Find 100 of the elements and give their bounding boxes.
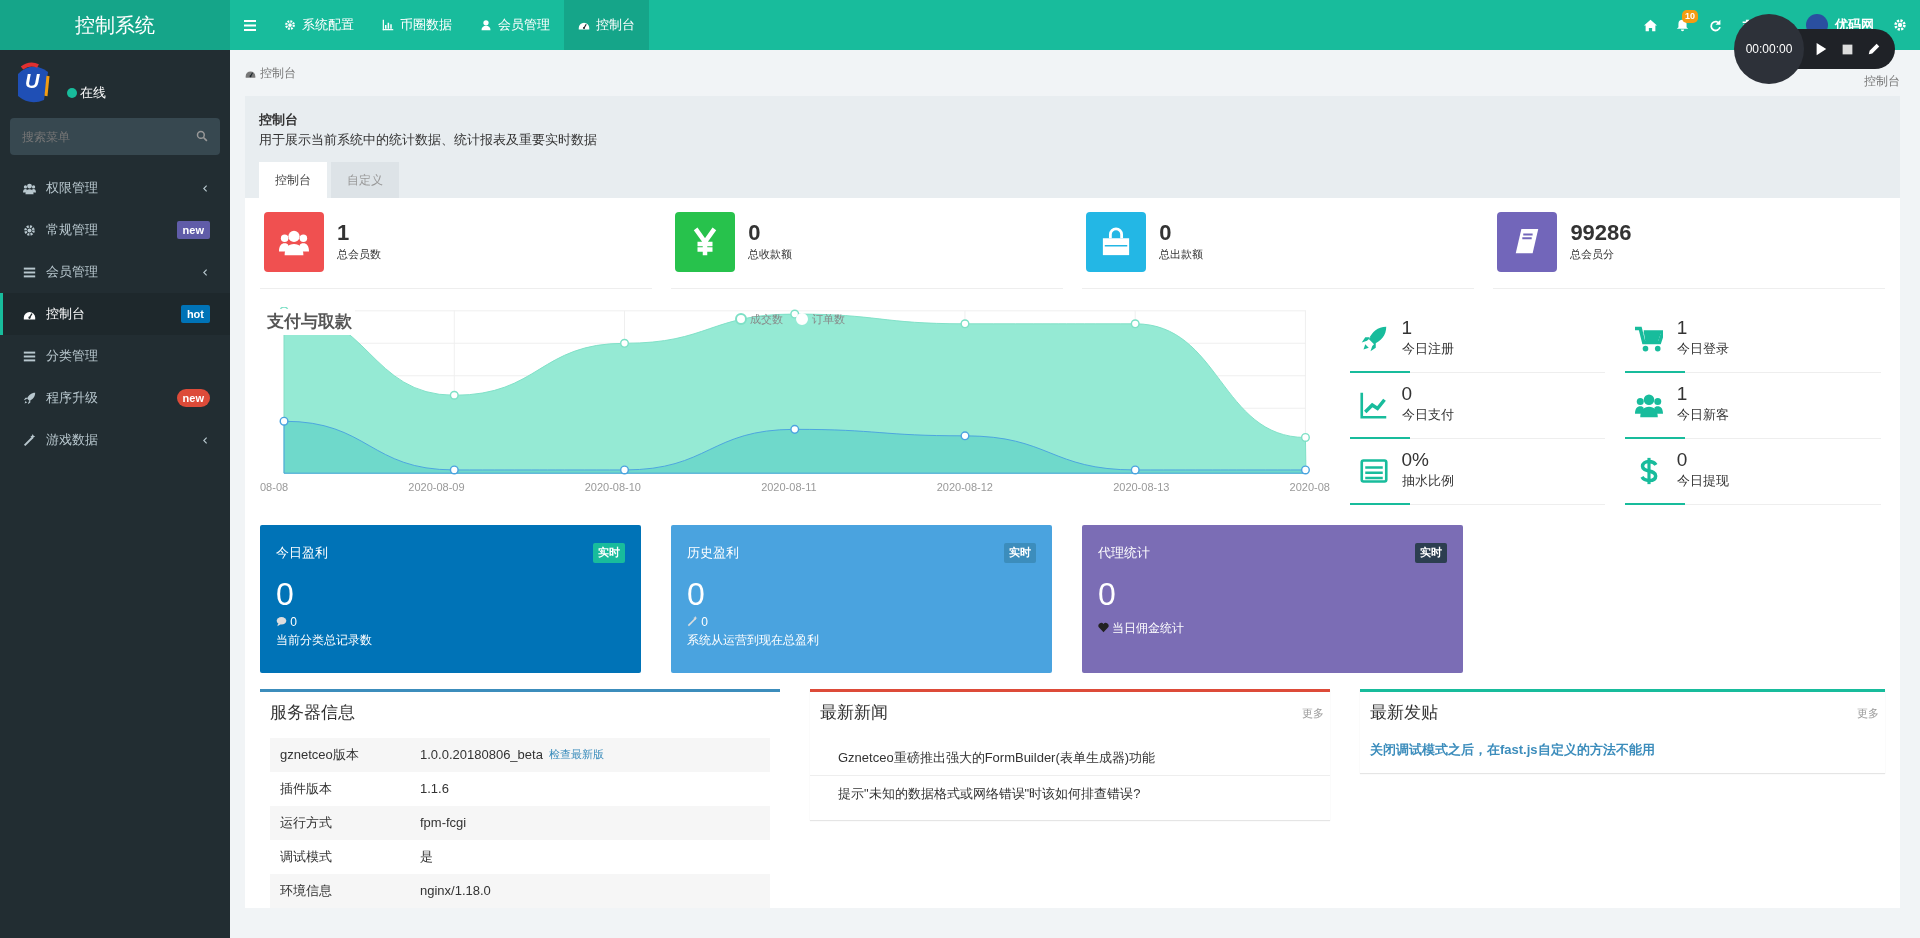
tab[interactable]: 控制台 [259, 162, 327, 198]
legend-label: 成交数 [750, 312, 784, 327]
axis-label: 08-08 [260, 480, 289, 495]
user-icon [480, 19, 492, 31]
page-description: 用于展示当前系统中的统计数据、统计报表及重要实时数据 [259, 130, 598, 149]
stat-label: 今日注册 [1401, 340, 1454, 359]
notification-badge: 10 [1682, 9, 1698, 23]
data-point [790, 309, 800, 319]
users-icon [23, 181, 36, 195]
bell-icon[interactable] [1676, 18, 1689, 32]
stop-icon[interactable] [1841, 42, 1854, 56]
status-dot [67, 88, 77, 98]
sidebar-item[interactable]: 程序升级 new [0, 377, 230, 419]
stat-label: 总收款额 [748, 246, 793, 262]
rocket-icon [23, 391, 36, 405]
panel-heading: 最新新闻 [819, 702, 889, 724]
data-point [1300, 432, 1310, 442]
stat-label: 总会员数 [337, 246, 381, 262]
table-cell-text: 环境信息 [280, 881, 333, 900]
news-link[interactable]: Gznetceo重磅推出强大的FormBuilder(表单生成器)功能 [810, 739, 1330, 776]
sidebar-item[interactable]: 权限管理 [0, 167, 230, 209]
stat-value: 0 [1401, 384, 1414, 406]
nav-tab[interactable]: 会员管理 [466, 0, 564, 50]
stat-value: 1 [1676, 384, 1689, 406]
sidebar-item[interactable]: 分类管理 [0, 335, 230, 377]
stat-value: 0 [1676, 450, 1689, 472]
bar-chart-icon [382, 19, 394, 31]
stat-value: 1 [337, 221, 351, 246]
cart-icon [1634, 324, 1663, 353]
panel-title: 历史盈利 [687, 544, 739, 562]
table-cell-text: fpm-fcgi [420, 813, 467, 832]
more-link[interactable]: 更多 [1301, 704, 1324, 721]
stat-value: 0% [1401, 450, 1430, 472]
breadcrumb-link[interactable]: 控制台 [260, 64, 296, 82]
post-link[interactable]: 关闭调试模式之后，在fast.js自定义的方法不能用 [1370, 739, 1875, 759]
data-point [1300, 465, 1310, 475]
table-cell-text: 插件版本 [280, 779, 333, 798]
stat-value: 0 [1159, 221, 1173, 246]
page-title: 控制台 [259, 111, 299, 129]
menu-badge: new [176, 220, 210, 240]
data-point [790, 424, 800, 434]
panel-title: 代理统计 [1098, 544, 1150, 562]
list-icon [23, 265, 36, 279]
live-badge: 实时 [1004, 543, 1036, 563]
breadcrumb-link[interactable]: 控制台 [1864, 72, 1900, 90]
stat-value: 1 [1676, 318, 1689, 340]
data-point [449, 465, 459, 475]
update-link[interactable]: 检查最新版 [549, 746, 605, 763]
panel-footer: 当日佣金统计 [1112, 618, 1185, 637]
table-cell-text: nginx/1.18.0 [420, 881, 491, 900]
nav-tab[interactable]: 系统配置 [270, 0, 368, 50]
table-icon [1359, 456, 1388, 485]
live-badge: 实时 [1415, 543, 1447, 563]
panel-title: 今日盈利 [276, 544, 328, 562]
menu-badge: hot [180, 304, 210, 324]
tab[interactable]: 自定义 [331, 162, 399, 198]
nav-tab[interactable]: 币圈数据 [368, 0, 466, 50]
magic-wand-icon [23, 433, 36, 447]
stat-label: 抽水比例 [1401, 472, 1454, 491]
data-point [619, 465, 630, 475]
more-link[interactable]: 更多 [1856, 704, 1879, 721]
brand-title: 控制系统 [0, 0, 230, 50]
pen-icon[interactable] [1867, 42, 1881, 56]
panel-heading: 最新发贴 [1369, 702, 1439, 724]
table-cell-text: 1.1.6 [420, 779, 449, 798]
sidebar-item[interactable]: 常规管理 new [0, 209, 230, 251]
axis-label: 2020-08 [1289, 480, 1330, 495]
settings-icon[interactable] [1893, 18, 1907, 32]
data-point [619, 338, 630, 348]
panel-value: 0 [1098, 574, 1117, 613]
live-badge: 实时 [593, 543, 625, 563]
data-point [960, 431, 970, 441]
nav-tab[interactable]: 控制台 [564, 0, 649, 50]
sidebar-item[interactable]: 控制台 hot [0, 293, 230, 335]
gears-icon [23, 223, 36, 237]
stat-value: 0 [748, 221, 762, 246]
data-point [449, 390, 459, 400]
shopping-bag-icon [1101, 227, 1132, 257]
panel-subvalue: 0 [290, 613, 297, 631]
stat-label: 今日提现 [1676, 472, 1729, 491]
data-point [279, 416, 289, 426]
legend-label: 订单数 [811, 312, 845, 327]
sidebar-item[interactable]: 会员管理 [0, 251, 230, 293]
table-cell-text: 是 [420, 847, 433, 866]
axis-label: 2020-08-12 [936, 480, 993, 495]
table-cell-text: gznetceo版本 [280, 745, 360, 764]
axis-label: 2020-08-09 [408, 480, 465, 495]
panel-value: 0 [687, 574, 706, 613]
sidebar-item[interactable]: 游戏数据 [0, 419, 230, 461]
panel-subvalue: 0 [701, 613, 708, 631]
panel-footer: 当前分类总记录数 [276, 630, 372, 649]
news-link[interactable]: 提示"未知的数据格式或网络错误"时该如何排查错误? [810, 776, 1330, 812]
panel-heading: 服务器信息 [269, 702, 356, 724]
data-point [960, 319, 970, 329]
refresh-icon[interactable] [1708, 18, 1722, 32]
data-point [1130, 465, 1140, 475]
search-field[interactable]: 搜索菜单 [10, 118, 220, 155]
heart-icon [1098, 622, 1109, 634]
play-icon[interactable] [1814, 42, 1828, 56]
home-icon[interactable] [1643, 18, 1657, 32]
